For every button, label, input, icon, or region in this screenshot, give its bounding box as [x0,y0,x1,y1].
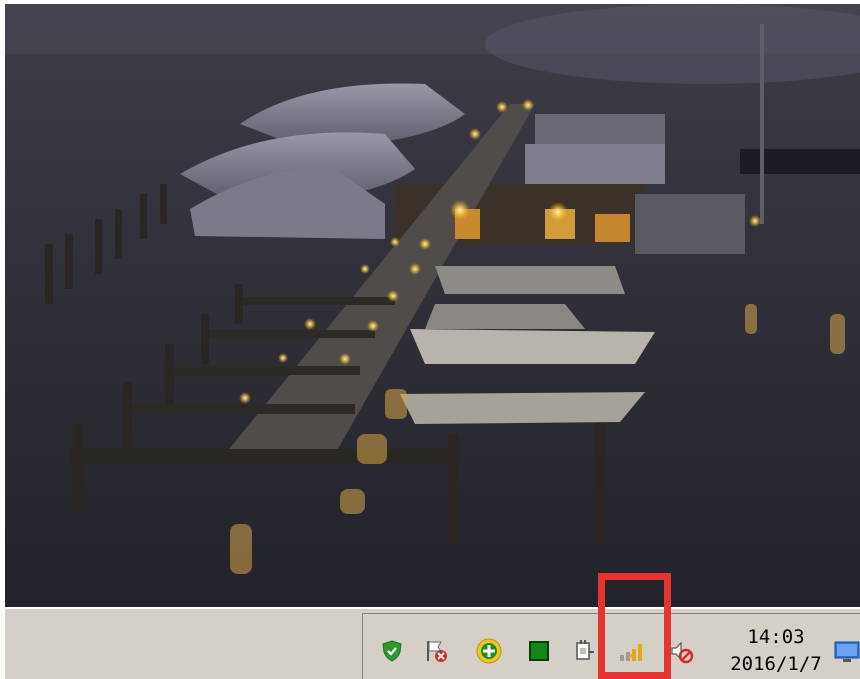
clock-time: 14:03 [747,626,805,648]
show-desktop-icon[interactable] [833,636,860,666]
marina-night-image [5,4,860,607]
clock-date: 2016/1/7 [730,653,822,675]
shield-check-icon[interactable] [377,636,407,666]
signal-strength-icon[interactable] [617,636,647,666]
desktop-wallpaper [5,4,860,607]
green-plus-icon[interactable] [474,636,504,666]
taskbar: 14:03 2016/1/7 [5,607,860,679]
green-square-icon[interactable] [524,636,554,666]
safely-remove-hardware-icon[interactable] [569,636,599,666]
system-tray: 14:03 2016/1/7 [362,613,860,679]
taskbar-clock[interactable]: 14:03 2016/1/7 [721,624,831,679]
volume-muted-icon[interactable] [666,636,696,666]
flag-blocked-icon[interactable] [421,636,451,666]
